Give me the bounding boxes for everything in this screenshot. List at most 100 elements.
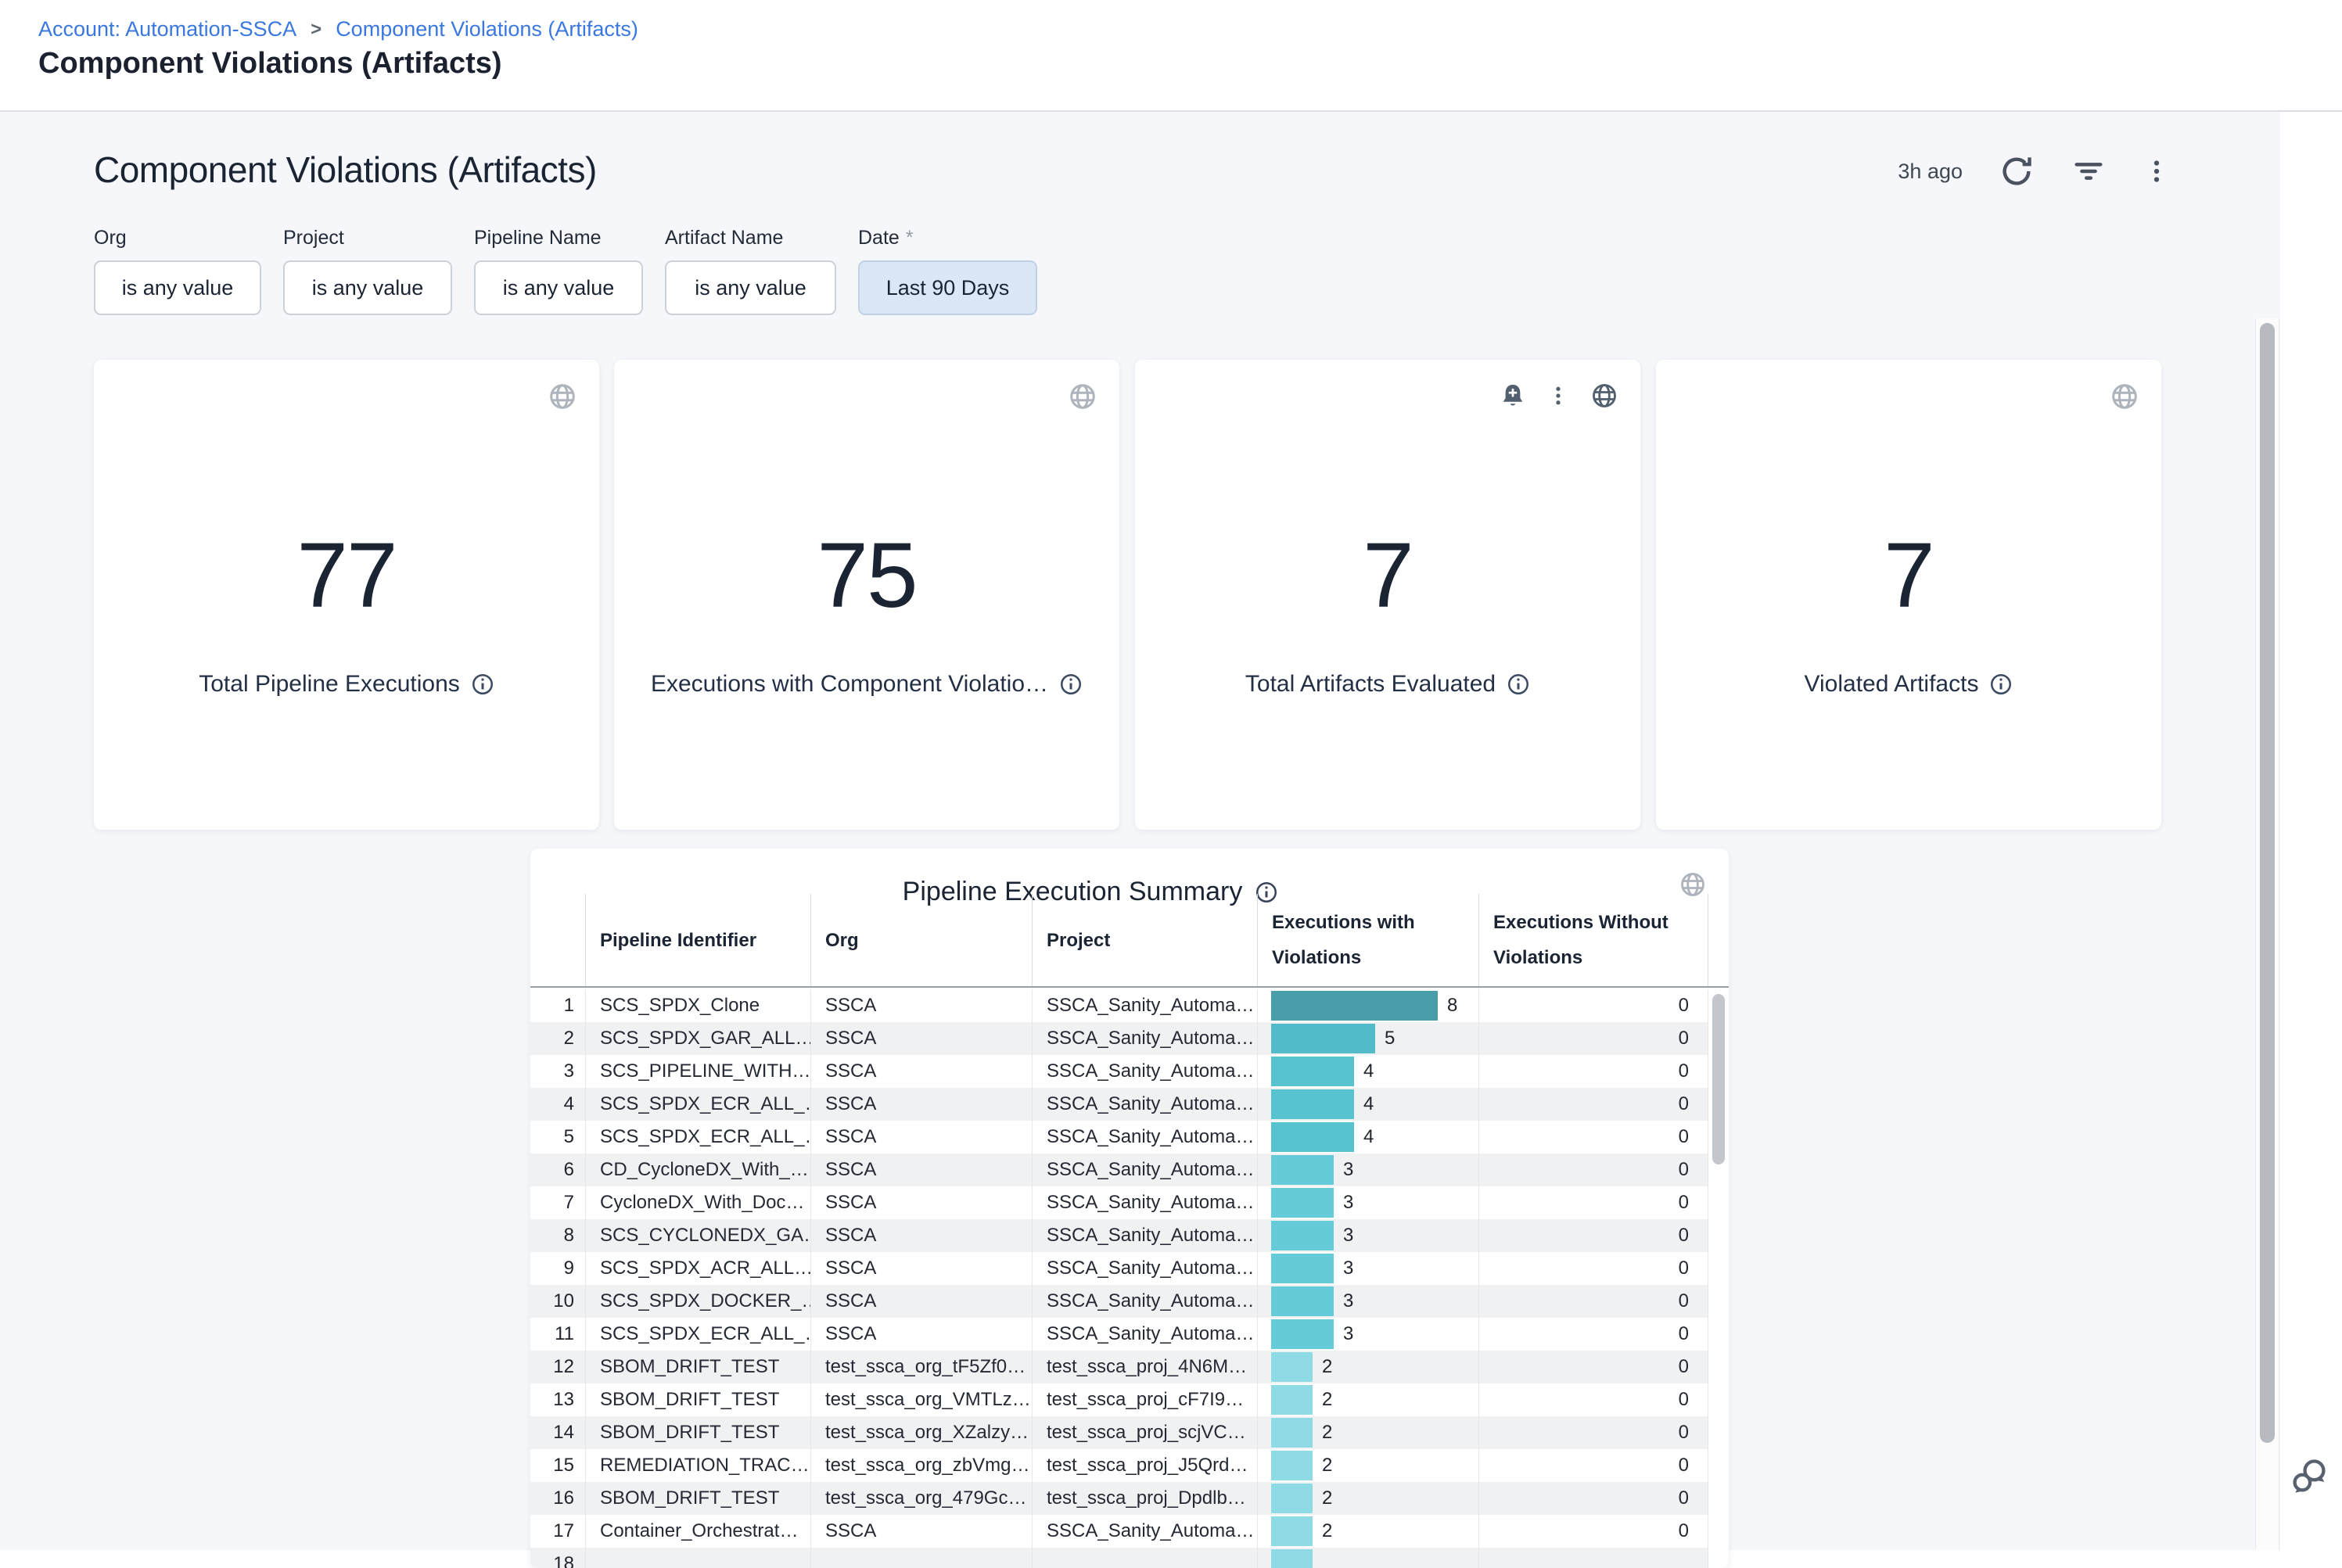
row-number-cell: 3 [530, 1055, 585, 1088]
breadcrumb-chevron-icon: > [311, 19, 321, 41]
table-row: 10SCS_SPDX_DOCKER_…SSCASSCA_Sanity_Autom… [530, 1285, 1729, 1318]
org-cell: SSCA [810, 1186, 1032, 1219]
table-row: 16SBOM_DRIFT_TESTtest_ssca_org_479Gc…tes… [530, 1482, 1729, 1515]
project-cell: test_ssca_proj_cF7I9… [1032, 1383, 1257, 1416]
executions-without-violations-cell: 0 [1478, 1318, 1708, 1351]
violations-bar [1271, 1089, 1354, 1119]
executions-with-violations-cell: 2 [1257, 1482, 1478, 1515]
row-number-cell: 10 [530, 1285, 585, 1318]
executions-with-violations-cell: 3 [1257, 1252, 1478, 1285]
top-navigation-bar: Account: Automation-SSCA > Component Vio… [0, 0, 2342, 112]
executions-with-violations-cell: 3 [1257, 1186, 1478, 1219]
breadcrumb-account-link[interactable]: Account: Automation-SSCA [38, 17, 296, 41]
executions-without-violations-cell: 0 [1478, 1482, 1708, 1515]
violations-bar-value: 2 [1322, 1356, 1332, 1378]
project-cell: test_ssca_proj_J5Qrd… [1032, 1449, 1257, 1482]
executions-without-violations-cell: 0 [1478, 1055, 1708, 1088]
executions-with-violations-cell: 4 [1257, 1088, 1478, 1121]
executions-with-violations-cell: 3 [1257, 1219, 1478, 1252]
project-cell: SSCA_Sanity_Automa… [1032, 1055, 1257, 1088]
table-row: 8SCS_CYCLONEDX_GA…SSCASSCA_Sanity_Automa… [530, 1219, 1729, 1252]
info-icon[interactable] [1989, 673, 2013, 696]
project-cell: SSCA_Sanity_Automa… [1032, 989, 1257, 1022]
violations-bar-value: 2 [1322, 1487, 1332, 1509]
executions-with-violations-cell [1257, 1548, 1478, 1568]
org-cell: SSCA [810, 989, 1032, 1022]
table-column-header: Executions Without Violations [1478, 894, 1708, 986]
table-row: 3SCS_PIPELINE_WITH…SSCASSCA_Sanity_Autom… [530, 1055, 1729, 1088]
table-scrollbar-thumb[interactable] [1712, 994, 1725, 1164]
filter-value-button[interactable]: is any value [474, 260, 643, 315]
violations-bar [1271, 1155, 1334, 1185]
info-icon[interactable] [471, 673, 494, 696]
org-cell: SSCA [810, 1515, 1032, 1548]
executions-without-violations-cell: 0 [1478, 1121, 1708, 1154]
globe-icon[interactable] [548, 382, 577, 411]
project-cell: SSCA_Sanity_Automa… [1032, 1515, 1257, 1548]
pipeline-identifier-cell: SCS_PIPELINE_WITH… [585, 1055, 810, 1088]
kebab-menu-icon[interactable] [1546, 384, 1570, 407]
globe-icon[interactable] [1068, 382, 1097, 411]
project-cell: SSCA_Sanity_Automa… [1032, 1154, 1257, 1186]
globe-icon[interactable] [1590, 382, 1618, 410]
row-number-cell: 14 [530, 1416, 585, 1449]
executions-with-violations-cell: 4 [1257, 1121, 1478, 1154]
chat-help-icon[interactable] [2289, 1456, 2329, 1497]
filter-group-artifact-name: Artifact Nameis any value [665, 227, 836, 315]
executions-with-violations-cell: 8 [1257, 989, 1478, 1022]
filter-group-org: Orgis any value [94, 227, 261, 315]
pipeline-identifier-cell [585, 1548, 810, 1568]
table-row: 15REMEDIATION_TRAC…test_ssca_org_zbVmg…t… [530, 1449, 1729, 1482]
pipeline-identifier-cell: Container_Orchestrat… [585, 1515, 810, 1548]
pipeline-identifier-cell: SBOM_DRIFT_TEST [585, 1416, 810, 1449]
executions-without-violations-cell: 0 [1478, 1088, 1708, 1121]
card-actions [1068, 382, 1097, 411]
executions-with-violations-cell: 2 [1257, 1515, 1478, 1548]
card-actions [548, 382, 577, 411]
project-cell: SSCA_Sanity_Automa… [1032, 1285, 1257, 1318]
violations-bar-value: 4 [1363, 1126, 1374, 1148]
executions-without-violations-cell: 0 [1478, 1022, 1708, 1055]
org-cell: test_ssca_org_XZalzy… [810, 1416, 1032, 1449]
filter-value-button[interactable]: is any value [94, 260, 261, 315]
row-number-cell: 15 [530, 1449, 585, 1482]
info-icon[interactable] [1059, 673, 1083, 696]
metric-card: 7Total Artifacts Evaluated [1135, 360, 1640, 830]
page-scrollbar-thumb[interactable] [2260, 323, 2275, 1443]
filter-value-button[interactable]: Last 90 Days [858, 260, 1037, 315]
project-cell: test_ssca_proj_Dpdlb… [1032, 1482, 1257, 1515]
org-cell: SSCA [810, 1022, 1032, 1055]
org-cell: SSCA [810, 1252, 1032, 1285]
table-header-row: Pipeline IdentifierOrgProjectExecutions … [530, 894, 1729, 988]
violations-bar-value: 2 [1322, 1422, 1332, 1444]
row-number-cell: 17 [530, 1515, 585, 1548]
org-cell: SSCA [810, 1318, 1032, 1351]
filter-group-pipeline-name: Pipeline Nameis any value [474, 227, 643, 315]
table-scrollbar-track [1708, 989, 1729, 1568]
project-cell: test_ssca_proj_4N6M… [1032, 1351, 1257, 1383]
violations-bar [1271, 1549, 1313, 1568]
table-row: 5SCS_SPDX_ECR_ALL_…SSCASSCA_Sanity_Autom… [530, 1121, 1729, 1154]
info-icon[interactable] [1507, 673, 1530, 696]
kebab-menu-icon[interactable] [2143, 157, 2171, 185]
executions-with-violations-cell: 3 [1257, 1154, 1478, 1186]
globe-icon[interactable] [2110, 382, 2139, 411]
filter-icon[interactable] [2071, 153, 2107, 189]
bell-plus-icon[interactable] [1500, 382, 1526, 409]
executions-without-violations-cell: 0 [1478, 1515, 1708, 1548]
violations-bar-value: 4 [1363, 1093, 1374, 1115]
refresh-icon[interactable] [1999, 153, 2035, 189]
pipeline-identifier-cell: SCS_SPDX_ACR_ALL… [585, 1252, 810, 1285]
table-body: 1SCS_SPDX_CloneSSCASSCA_Sanity_Automa…80… [530, 989, 1729, 1568]
violations-bar [1271, 1352, 1313, 1382]
breadcrumb-page-link[interactable]: Component Violations (Artifacts) [336, 17, 638, 41]
project-cell: SSCA_Sanity_Automa… [1032, 1318, 1257, 1351]
violations-bar [1271, 1254, 1334, 1283]
filter-value-button[interactable]: is any value [665, 260, 836, 315]
executions-with-violations-cell: 2 [1257, 1383, 1478, 1416]
table-row: 2SCS_SPDX_GAR_ALL…SSCASSCA_Sanity_Automa… [530, 1022, 1729, 1055]
table-row: 4SCS_SPDX_ECR_ALL_…SSCASSCA_Sanity_Autom… [530, 1088, 1729, 1121]
violations-bar [1271, 1319, 1334, 1349]
metric-label: Total Pipeline Executions [94, 671, 599, 698]
filter-value-button[interactable]: is any value [283, 260, 452, 315]
